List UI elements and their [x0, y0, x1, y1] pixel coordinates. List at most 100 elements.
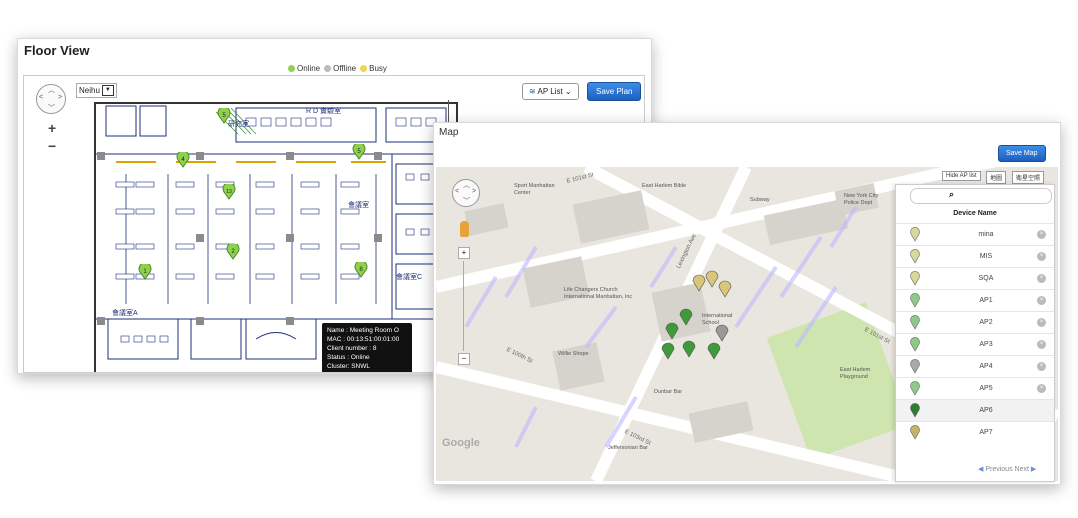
device-name-header[interactable]: Device Name: [896, 207, 1054, 221]
ap-pin[interactable]: 1: [138, 262, 152, 280]
place-label: Jeffersonian Bar: [608, 445, 648, 451]
save-map-button[interactable]: Save Map: [998, 145, 1046, 162]
chevron-down-icon: ▼: [101, 85, 114, 96]
search-icon: ⌕: [949, 189, 955, 199]
map-zoom-in-button[interactable]: +: [458, 247, 470, 259]
ap-list-panel: ⌕ Device Name mina × MIS × SQA × AP1 × AP2 × AP3 × A…: [895, 184, 1055, 482]
save-plan-button[interactable]: Save Plan: [587, 82, 642, 101]
zoom-out-button[interactable]: −: [48, 138, 56, 154]
ap-list-item[interactable]: AP4 ×: [896, 355, 1054, 378]
map-type-map-button[interactable]: 地圖: [986, 171, 1007, 184]
map-type-satellite-button[interactable]: 衛星空照: [1012, 171, 1045, 184]
map-window: Map Save Map ︿ ﹀ < > + − E 101st St E 10…: [433, 122, 1061, 485]
ap-name: AP2: [979, 319, 993, 326]
legend-online: Online: [288, 64, 320, 73]
ap-pin[interactable]: 5: [352, 142, 366, 160]
ap-pin[interactable]: 4: [176, 150, 190, 168]
tooltip-clients: Client number : 8: [327, 345, 377, 352]
ap-list-item[interactable]: AP2 ×: [896, 311, 1054, 334]
ap-pin[interactable]: 8: [354, 260, 368, 278]
ap-list-item[interactable]: AP6: [896, 399, 1054, 422]
pan-right-icon[interactable]: >: [472, 188, 476, 195]
ap-list-item[interactable]: AP5 ×: [896, 377, 1054, 400]
map-attribution: Google: [442, 437, 480, 449]
ap-list-item[interactable]: AP7: [896, 421, 1054, 444]
place-label: East Harlem Bible: [642, 183, 687, 189]
rd-lab-label: R D 實驗室: [306, 108, 341, 115]
ap-list-item[interactable]: SQA ×: [896, 267, 1054, 290]
next-button[interactable]: Next: [1015, 466, 1029, 473]
map-zoom-slider[interactable]: + −: [458, 247, 470, 369]
ap-marker-icon: [910, 381, 920, 396]
place-label: Sport Manhattan Center: [514, 183, 555, 196]
ap-list-item[interactable]: mina ×: [896, 223, 1054, 246]
status-legend: Online Offline Busy: [288, 64, 387, 73]
ap-marker-icon: [910, 315, 920, 330]
tooltip-mac: MAC : 00:13:51:00:01:00: [327, 336, 400, 343]
pan-right-icon[interactable]: >: [58, 94, 62, 101]
ap-list-item[interactable]: AP3 ×: [896, 333, 1054, 356]
meeting-room-c-label: 會議室C: [396, 274, 423, 281]
map-pan-control[interactable]: ︿ ﹀ < >: [452, 179, 480, 207]
ap-name: AP7: [979, 429, 993, 436]
ap-name: SQA: [978, 275, 994, 282]
pan-down-icon[interactable]: ﹀: [48, 103, 55, 113]
tooltip-name: Name : Meeting Room O: [327, 327, 399, 334]
delete-ap-icon[interactable]: ×: [1037, 296, 1046, 305]
ap-marker-icon: [910, 249, 920, 264]
pan-control[interactable]: ︿ ﹀ < >: [36, 84, 66, 114]
ap-tooltip: Name : Meeting Room O MAC : 00:13:51:00:…: [322, 323, 412, 372]
delete-ap-icon[interactable]: ×: [1037, 384, 1046, 393]
ap-name: AP6: [979, 407, 993, 414]
map-title: Map: [439, 127, 459, 138]
floor-view-title: Floor View: [24, 43, 90, 58]
delete-ap-icon[interactable]: ×: [1037, 252, 1046, 261]
ap-marker-icon: [910, 337, 920, 352]
ap-marker-icon: [910, 359, 920, 374]
place-label: International School: [702, 313, 733, 326]
place-label: Dunbar Bar: [654, 389, 683, 395]
legend-offline: Offline: [324, 64, 356, 73]
meeting-room-a-label: 會議室A: [112, 310, 138, 317]
ap-list-item[interactable]: AP1 ×: [896, 289, 1054, 312]
site-select[interactable]: Neihu ▼: [76, 83, 117, 98]
ap-pin[interactable]: 2: [226, 242, 240, 260]
research-room-label: 研究室: [228, 121, 249, 128]
pan-left-icon[interactable]: <: [455, 188, 459, 195]
delete-ap-icon[interactable]: ×: [1037, 318, 1046, 327]
ap-name: mina: [978, 231, 994, 238]
delete-ap-icon[interactable]: ×: [1037, 230, 1046, 239]
ap-name: AP5: [979, 385, 993, 392]
map-zoom-out-button[interactable]: −: [458, 353, 470, 365]
pagination: ◀ Previous Next ▶: [978, 465, 1036, 473]
delete-ap-icon[interactable]: ×: [1037, 274, 1046, 283]
place-label: Subway: [750, 197, 770, 203]
ap-list-button[interactable]: ≋ AP List ⌄: [522, 83, 579, 100]
ap-pin[interactable]: 5: [217, 106, 231, 124]
tooltip-status: Status : Online: [327, 354, 370, 361]
ap-search-input[interactable]: ⌕: [910, 188, 1052, 204]
pan-left-icon[interactable]: <: [39, 94, 43, 101]
svg-text:13: 13: [226, 189, 232, 195]
ap-marker-icon: [910, 227, 920, 242]
previous-arrow-icon[interactable]: ◀: [978, 466, 983, 473]
street-view-pegman-icon[interactable]: [460, 221, 469, 237]
pan-up-icon[interactable]: ︿: [48, 85, 55, 95]
zoom-in-button[interactable]: +: [48, 120, 56, 136]
site-select-value: Neihu: [79, 86, 100, 95]
next-arrow-icon[interactable]: ▶: [1031, 466, 1036, 473]
ap-pin[interactable]: 13: [222, 182, 236, 200]
legend-busy: Busy: [360, 64, 387, 73]
hide-ap-list-button[interactable]: Hide AP list: [942, 171, 981, 181]
ap-marker-icon: [910, 293, 920, 308]
zoom-track[interactable]: [463, 261, 464, 351]
ap-list-item[interactable]: MIS ×: [896, 245, 1054, 268]
place-label: Willie Shope: [558, 351, 589, 357]
pan-up-icon[interactable]: ︿: [463, 180, 470, 190]
delete-ap-icon[interactable]: ×: [1037, 340, 1046, 349]
pan-down-icon[interactable]: ﹀: [463, 196, 470, 206]
delete-ap-icon[interactable]: ×: [1037, 362, 1046, 371]
previous-button[interactable]: Previous: [985, 466, 1012, 473]
meeting-room-label: 會議室: [348, 202, 369, 209]
chevron-down-icon: ⌄: [564, 87, 572, 96]
